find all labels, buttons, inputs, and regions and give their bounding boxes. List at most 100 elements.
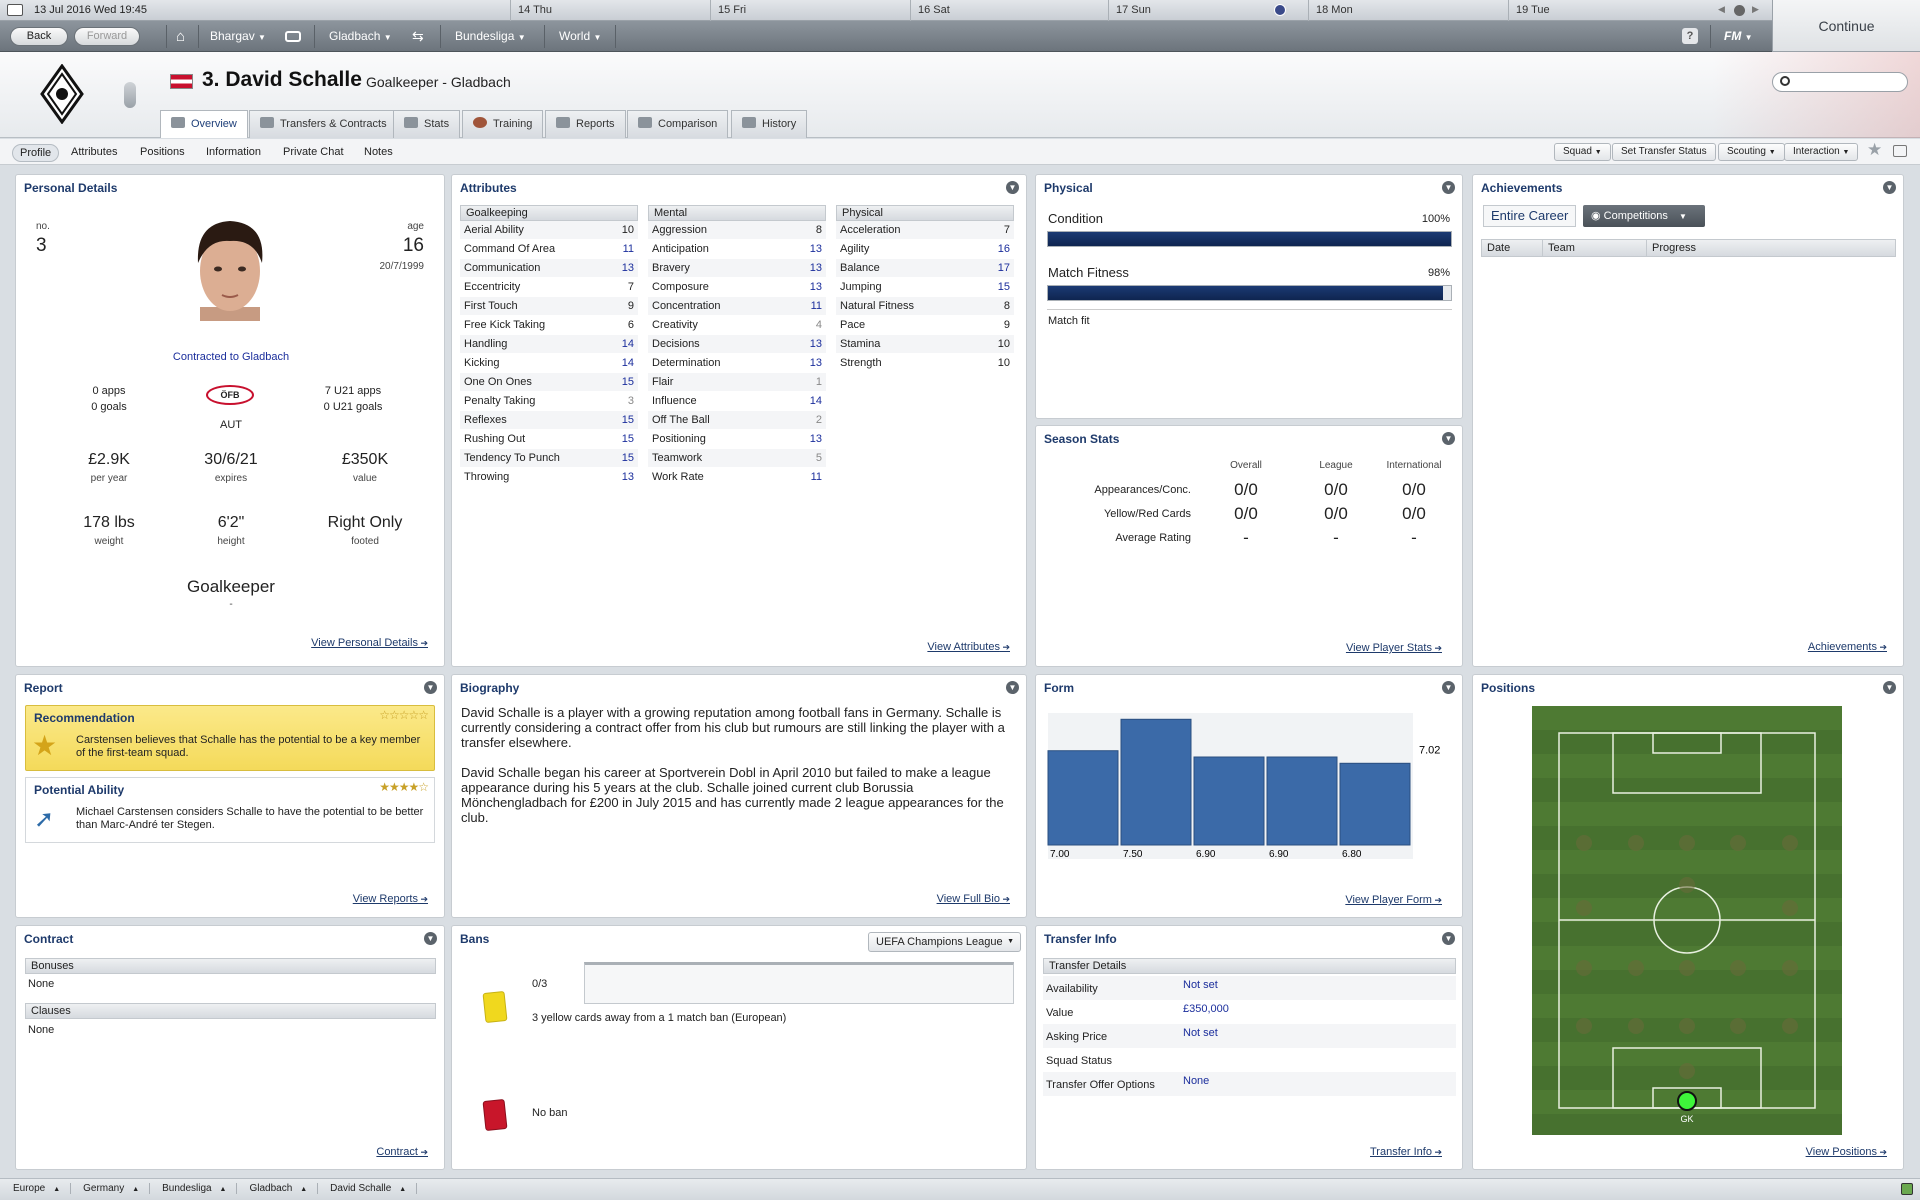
attribute-row[interactable]: Influence 14 [648,392,826,411]
transfer-field-value[interactable]: Not set [1183,1027,1218,1039]
scouting-button[interactable]: Scouting ▼ [1718,143,1785,161]
form-bar[interactable] [1193,756,1265,846]
tab-overview[interactable]: Overview [160,110,248,138]
form-bar[interactable] [1339,762,1411,846]
attribute-row[interactable]: Jumping 15 [836,278,1014,297]
gk-position-marker[interactable] [1677,1091,1697,1111]
attribute-row[interactable]: Aggression 8 [648,221,826,240]
panel-menu-icon[interactable]: ▼ [424,932,437,945]
attribute-row[interactable]: Free Kick Taking 6 [460,316,638,335]
club-crest-icon[interactable] [40,64,84,124]
search-input[interactable] [1772,72,1908,92]
breadcrumb-item[interactable]: Bundesliga ▲ [162,1183,238,1194]
transfer-field-value[interactable]: Not set [1183,979,1218,991]
panel-menu-icon[interactable]: ▼ [1006,681,1019,694]
form-bar[interactable] [1266,756,1338,846]
subnav-attributes[interactable]: Attributes [64,144,124,160]
attribute-row[interactable]: Aerial Ability 10 [460,221,638,240]
attribute-row[interactable]: Determination 13 [648,354,826,373]
continue-button[interactable]: Continue [1772,0,1920,52]
tab-stats[interactable]: Stats [393,110,461,138]
attribute-row[interactable]: Off The Ball 2 [648,411,826,430]
tab-comparison[interactable]: Comparison [627,110,729,138]
attribute-row[interactable]: Penalty Taking 3 [460,392,638,411]
help-icon[interactable]: ? [1682,28,1698,44]
tab-history[interactable]: History [731,110,808,138]
panel-menu-icon[interactable]: ▼ [1442,681,1455,694]
column-progress[interactable]: Progress [1652,242,1696,254]
panel-menu-icon[interactable]: ▼ [1442,181,1455,194]
panel-menu-icon[interactable]: ▼ [424,681,437,694]
calendar-dot-icon[interactable] [1734,5,1745,16]
subnav-information[interactable]: Information [199,144,268,160]
transfer-field-value[interactable]: £350,000 [1183,1003,1229,1015]
squad-button[interactable]: Squad ▼ [1554,143,1611,161]
attribute-row[interactable]: Rushing Out 15 [460,430,638,449]
attribute-row[interactable]: Anticipation 13 [648,240,826,259]
attribute-row[interactable]: Communication 13 [460,259,638,278]
interaction-button[interactable]: Interaction ▼ [1784,143,1859,161]
view-full-bio-link[interactable]: View Full Bio [937,893,1010,905]
attribute-row[interactable]: Reflexes 15 [460,411,638,430]
calendar-day[interactable]: 16 Sat [918,4,950,16]
subnav-positions[interactable]: Positions [133,144,192,160]
attribute-row[interactable]: Positioning 13 [648,430,826,449]
panel-menu-icon[interactable]: ▼ [1442,432,1455,445]
attribute-row[interactable]: Handling 14 [460,335,638,354]
attribute-row[interactable]: Flair 1 [648,373,826,392]
attribute-row[interactable]: Creativity 4 [648,316,826,335]
view-positions-link[interactable]: View Positions [1806,1146,1887,1158]
view-attributes-link[interactable]: View Attributes [927,641,1010,653]
view-reports-link[interactable]: View Reports [353,893,428,905]
swap-icon[interactable]: ⇆ [412,28,424,45]
breadcrumb-item[interactable]: Germany ▲ [83,1183,151,1194]
attribute-row[interactable]: Balance 17 [836,259,1014,278]
contract-status-link[interactable]: Contracted to Gladbach [16,351,446,363]
calendar-next-icon[interactable]: ▶ [1752,4,1759,15]
competitions-dropdown[interactable]: ◉ Competitions ▼ [1583,205,1705,227]
attribute-row[interactable]: Composure 13 [648,278,826,297]
fm-menu[interactable]: FM ▼ [1724,29,1753,43]
set-transfer-status-button[interactable]: Set Transfer Status [1612,143,1716,161]
subnav-profile[interactable]: Profile [12,144,60,162]
attribute-row[interactable]: Kicking 14 [460,354,638,373]
entire-career-button[interactable]: Entire Career [1483,205,1577,227]
form-bar[interactable] [1047,750,1119,846]
calendar-icon[interactable] [7,4,23,16]
attribute-row[interactable]: Bravery 13 [648,259,826,278]
attribute-row[interactable]: Strength 10 [836,354,1014,373]
view-player-stats-link[interactable]: View Player Stats [1346,642,1442,654]
view-player-form-link[interactable]: View Player Form [1345,894,1442,906]
column-date[interactable]: Date [1487,242,1510,254]
tab-reports[interactable]: Reports [545,110,626,138]
attribute-row[interactable]: Natural Fitness 8 [836,297,1014,316]
manager-menu[interactable]: Bhargav ▼ [210,29,266,43]
column-team[interactable]: Team [1548,242,1575,254]
attribute-row[interactable]: Teamwork 5 [648,449,826,468]
attribute-row[interactable]: First Touch 9 [460,297,638,316]
calendar-day[interactable]: 14 Thu [518,4,552,16]
attribute-row[interactable]: Work Rate 11 [648,468,826,487]
tab-training[interactable]: Training [462,110,544,138]
add-note-icon[interactable] [1893,145,1907,157]
calendar-day[interactable]: 18 Mon [1316,4,1353,16]
attribute-row[interactable]: Throwing 13 [460,468,638,487]
shortlist-star-icon[interactable]: ★ [1867,140,1882,160]
subnav-private-chat[interactable]: Private Chat [276,144,351,160]
achievements-link[interactable]: Achievements [1808,641,1887,653]
forward-button[interactable]: Forward [74,27,140,46]
world-menu[interactable]: World ▼ [559,29,601,43]
attribute-row[interactable]: Acceleration 7 [836,221,1014,240]
status-icon[interactable] [1901,1183,1913,1195]
home-icon[interactable]: ⌂ [176,29,185,44]
inbox-icon[interactable] [285,31,301,42]
player-switch-icon[interactable] [124,82,136,108]
panel-menu-icon[interactable]: ▼ [1883,181,1896,194]
match-icon[interactable] [1274,4,1286,16]
subnav-notes[interactable]: Notes [357,144,400,160]
transfer-info-link[interactable]: Transfer Info [1370,1146,1442,1158]
calendar-prev-icon[interactable]: ◀ [1718,4,1725,15]
attribute-row[interactable]: Decisions 13 [648,335,826,354]
view-personal-details-link[interactable]: View Personal Details [311,637,428,649]
club-menu[interactable]: Gladbach ▼ [329,29,392,43]
